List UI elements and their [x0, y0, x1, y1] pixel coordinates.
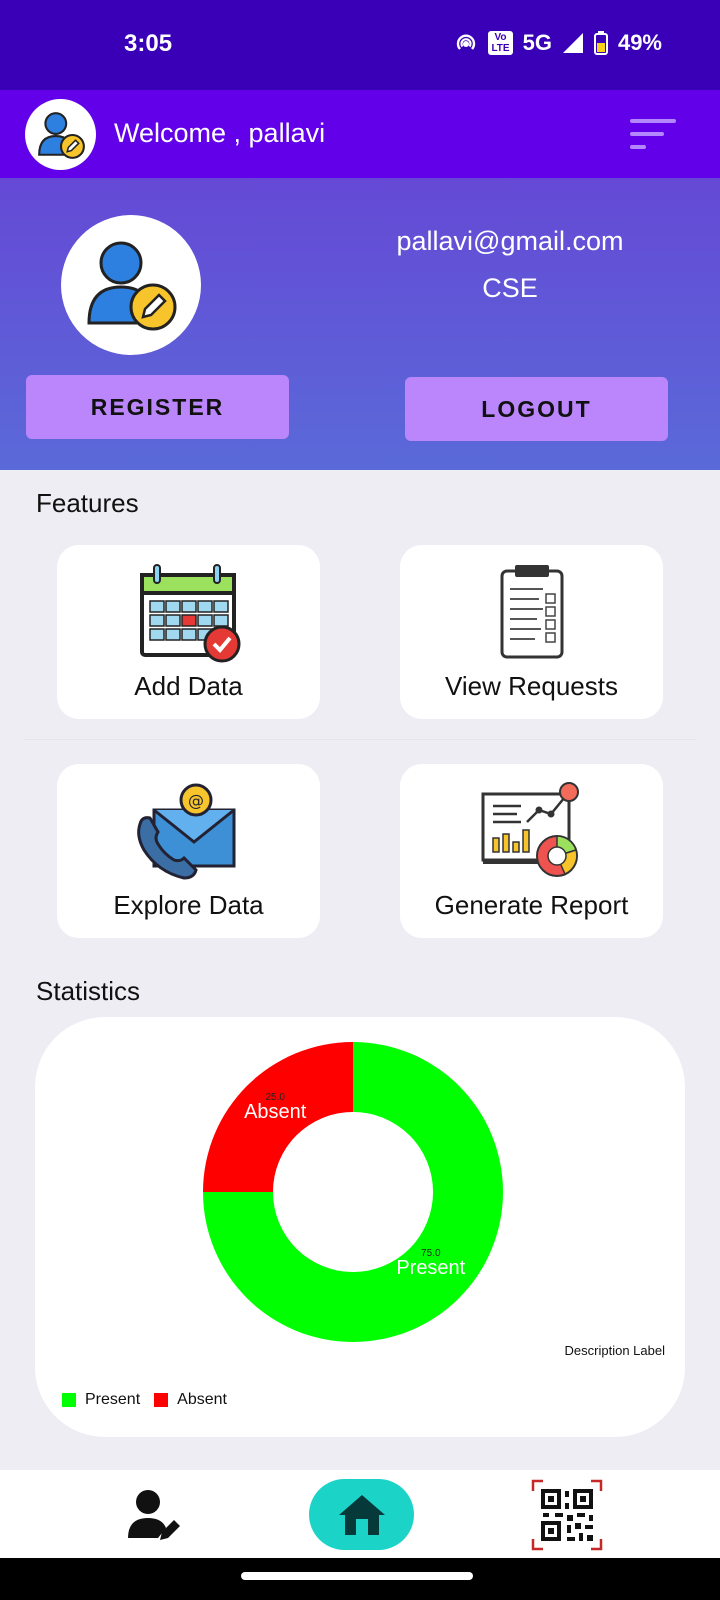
- svg-text:@: @: [188, 791, 204, 810]
- explore-data-label: Explore Data: [113, 890, 264, 920]
- home-icon: [338, 1494, 385, 1535]
- volte-icon: Vo LTE: [488, 31, 513, 55]
- register-button[interactable]: REGISTER: [26, 375, 289, 439]
- calendar-check-icon: [139, 564, 240, 663]
- nav-profile[interactable]: [126, 1488, 182, 1544]
- donut-category-label-absent: Absent: [244, 1101, 307, 1123]
- phone-email-icon: @: [136, 783, 235, 880]
- battery-icon: [593, 31, 608, 55]
- status-bar: 3:05 Vo LTE 5G 49%: [0, 0, 720, 90]
- profile-department: CSE: [482, 273, 538, 303]
- battery-percent: 49%: [617, 30, 662, 55]
- logout-button[interactable]: LOGOUT: [405, 377, 668, 441]
- user-edit-icon: [87, 241, 177, 331]
- user-edit-icon: [37, 111, 85, 159]
- features-title: Features: [36, 488, 139, 518]
- legend-swatch-present: [62, 1393, 76, 1407]
- hotspot-icon: [457, 34, 476, 50]
- statistics-card: 75.0 Present 25.0 Absent Description Label …: [35, 1017, 685, 1437]
- filter-menu-icon[interactable]: [630, 117, 680, 151]
- legend-label-absent: Absent: [177, 1391, 227, 1408]
- signal-icon: [562, 33, 583, 53]
- bottom-navigation: [0, 1470, 720, 1558]
- donut-category-label-present: Present: [396, 1257, 465, 1279]
- user-edit-icon: [128, 1490, 180, 1540]
- divider: [24, 739, 696, 740]
- qr-code-icon: [531, 1479, 603, 1551]
- explore-data-card[interactable]: @ Explore Data: [57, 764, 320, 938]
- clipboard-checklist-icon: [500, 565, 563, 659]
- donut-hole: [281, 1120, 425, 1264]
- nav-home[interactable]: [309, 1479, 414, 1550]
- app-bar: Welcome , pallavi: [0, 90, 720, 178]
- generate-report-card[interactable]: Generate Report: [400, 764, 663, 938]
- attendance-donut-chart: 75.0Present25.0Absent: [203, 1042, 503, 1342]
- legend-swatch-absent: [154, 1393, 169, 1407]
- network-label: 5G: [522, 30, 552, 55]
- welcome-title: Welcome , pallavi: [114, 118, 326, 148]
- home-gesture-pill[interactable]: [241, 1572, 473, 1580]
- profile-avatar: [61, 215, 201, 355]
- report-chart-icon: [481, 782, 579, 877]
- add-data-card[interactable]: Add Data: [57, 545, 320, 719]
- chart-description-label: Description Label: [564, 1343, 665, 1358]
- view-requests-card[interactable]: View Requests: [400, 545, 663, 719]
- generate-report-label: Generate Report: [434, 890, 629, 920]
- app-bar-avatar[interactable]: [25, 99, 96, 170]
- profile-email: pallavi@gmail.com: [396, 226, 624, 256]
- status-time: 3:05: [124, 30, 173, 57]
- view-requests-label: View Requests: [445, 671, 618, 701]
- nav-qr[interactable]: [531, 1479, 603, 1551]
- legend-item-present: Present: [62, 1391, 140, 1409]
- profile-header: pallavi@gmail.com CSE REGISTER LOGOUT: [0, 178, 720, 470]
- status-icons: Vo LTE 5G 49%: [454, 30, 662, 56]
- legend-item-absent: Absent: [154, 1391, 227, 1409]
- add-data-label: Add Data: [134, 671, 243, 701]
- statistics-title: Statistics: [36, 976, 141, 1006]
- gesture-bar-area: [0, 1558, 720, 1600]
- legend-label-present: Present: [85, 1391, 141, 1408]
- chart-legend: Present Absent: [62, 1391, 233, 1409]
